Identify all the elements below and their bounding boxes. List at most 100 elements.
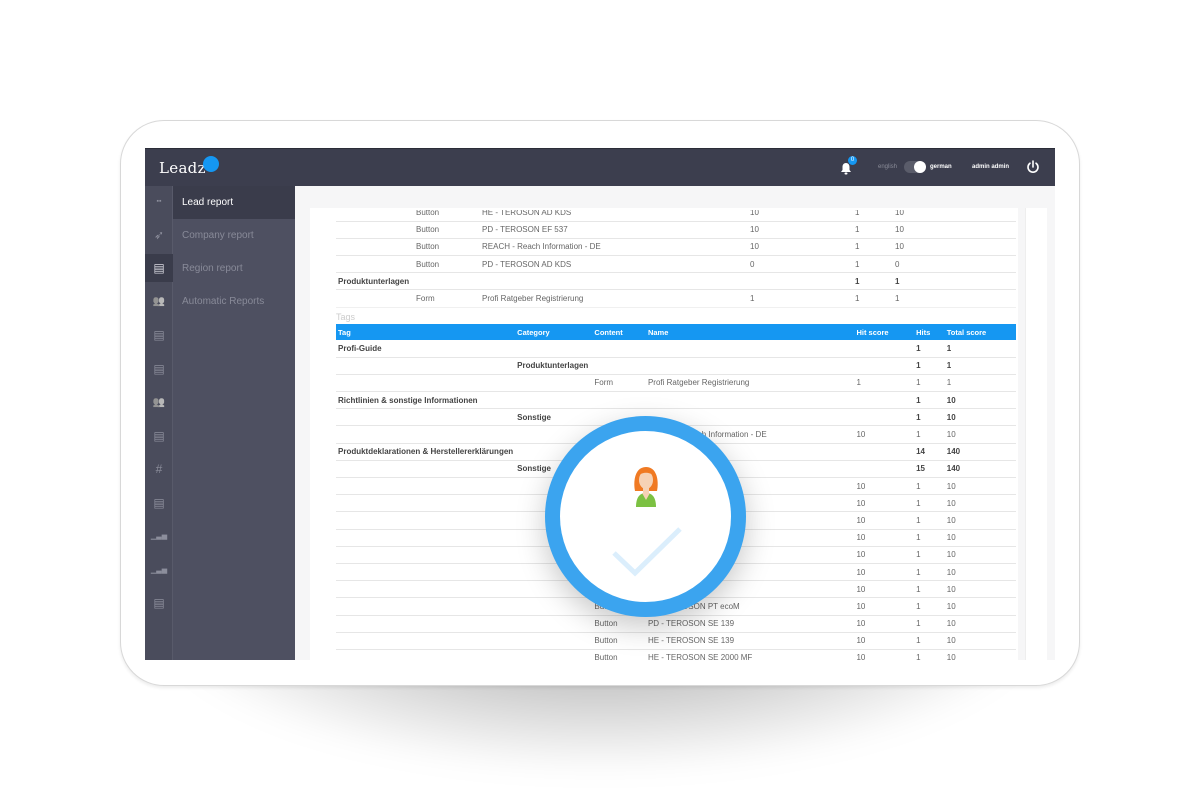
tags-header-row: Tag Category Content Name Hit score Hits… [336, 324, 1016, 340]
header-hit-score[interactable]: Hit score [854, 324, 914, 340]
scroll-gutter[interactable] [1025, 208, 1047, 660]
header-name[interactable]: Name [646, 324, 854, 340]
cell-category: Sonstige [517, 412, 551, 422]
cell-hit-score [854, 357, 914, 374]
cell-name: REACH - Reach Information - DE [482, 242, 601, 252]
cell-hit-score: 10 [856, 498, 866, 508]
cell-hit-score: 10 [856, 584, 866, 594]
cell-hit-score: 10 [856, 481, 866, 491]
cell-name [480, 273, 748, 290]
table-row: Button HE - TEROSON SE 139 10 1 10 [336, 632, 1016, 650]
table-row: Button PD - TEROSON AD KDS 0 1 0 [336, 256, 1016, 273]
grid-icon[interactable]: ▪▪ [145, 187, 173, 215]
tags-section-title: Tags [336, 312, 356, 322]
report-icon[interactable]: ▤ [145, 254, 173, 282]
cell-category [515, 374, 592, 391]
cell-hit-score: 10 [856, 567, 866, 577]
table-row: Richtlinien & sonstige Informationen 1 10 [336, 392, 1016, 409]
sidebar-item-region-report[interactable]: Region report [173, 252, 295, 285]
cell-total: 10 [946, 515, 956, 525]
cell-hits: 1 [916, 361, 921, 371]
cell-hit-score: 10 [750, 225, 759, 235]
cell-name: Profi Ratgeber Registrierung [647, 378, 750, 388]
cell-tag [336, 357, 515, 374]
cell-content: Form [416, 294, 435, 304]
cell-total: 10 [946, 498, 956, 508]
cell-hit-score [854, 409, 914, 426]
report-icon[interactable]: ▤ [145, 321, 173, 349]
cell-hits: 1 [916, 481, 921, 491]
table-row: Button PD - TEROSON SE 139 10 1 10 [336, 615, 1016, 633]
logo-dot-icon [203, 156, 219, 172]
cell-tag [336, 512, 515, 529]
cell-hits: 1 [916, 430, 921, 440]
cell-tag: Profi-Guide [338, 343, 382, 353]
people-icon[interactable]: 👥 [145, 288, 173, 316]
cell-hits: 1 [916, 498, 921, 508]
cell-tag: Produktdeklarationen & Herstellererkläru… [338, 447, 514, 457]
cell-tag [336, 529, 515, 546]
top-bar: Leadz 0 english german admin admin [145, 148, 1055, 186]
chart-icon[interactable]: ▁▃▅ [145, 556, 173, 584]
cell-group [336, 290, 414, 307]
cell-group [336, 238, 414, 255]
header-category[interactable]: Category [515, 324, 592, 340]
cell-content [592, 340, 646, 357]
cell-name [646, 357, 854, 374]
app-logo[interactable]: Leadz [159, 159, 206, 177]
cell-name [646, 340, 854, 357]
user-name[interactable]: admin admin [972, 164, 1009, 170]
hashtag-icon[interactable]: # [145, 455, 173, 483]
cell-tag [336, 478, 515, 495]
cell-hits: 14 [916, 447, 925, 457]
sidebar-item-automatic-reports[interactable]: Automatic Reports [173, 285, 295, 318]
language-toggle[interactable] [904, 161, 926, 173]
cell-tag [336, 426, 515, 443]
report-icon[interactable]: ▤ [145, 422, 173, 450]
cell-total: 1 [895, 276, 900, 286]
rocket-icon[interactable]: ➶ [145, 221, 173, 249]
table-row: Produktunterlagen 1 1 [336, 357, 1016, 375]
power-icon[interactable] [1026, 160, 1040, 174]
stage: Leadz 0 english german admin admin ▪▪ ➶ ▤ 👥… [0, 0, 1200, 795]
language-english-label[interactable]: english [878, 164, 897, 170]
header-total-score[interactable]: Total score [945, 324, 1016, 340]
cell-hit-score: 10 [856, 550, 866, 560]
cell-total: 10 [946, 619, 956, 629]
header-content[interactable]: Content [592, 324, 646, 340]
cell-hit-score: 10 [856, 636, 866, 646]
chart-icon[interactable]: ▁▃▅ [145, 522, 173, 550]
cell-content [414, 273, 480, 290]
cell-total: 10 [946, 636, 956, 646]
cell-group [336, 221, 414, 238]
cell-hit-score: 10 [856, 619, 866, 629]
report-icon[interactable]: ▤ [145, 355, 173, 383]
language-german-label[interactable]: german [930, 164, 952, 170]
cell-hits: 1 [855, 225, 860, 235]
cell-content: Button [416, 225, 440, 235]
sidebar-item-company-report[interactable]: Company report [173, 219, 295, 252]
cell-total: 10 [946, 412, 956, 422]
cell-content [592, 357, 646, 374]
header-tag[interactable]: Tag [336, 324, 515, 340]
cell-tag [336, 615, 515, 632]
success-overlay [545, 416, 746, 617]
table-row: Profi-Guide 1 1 [336, 340, 1016, 358]
report-icon[interactable]: ▤ [145, 589, 173, 617]
table-row: Produktunterlagen 1 1 [336, 273, 1016, 290]
cell-total: 0 [895, 259, 900, 269]
report-icon[interactable]: ▤ [145, 489, 173, 517]
cell-hit-score: 10 [856, 430, 866, 440]
cell-hit-score [854, 392, 914, 409]
cell-tag [336, 546, 515, 563]
cell-hits: 1 [855, 276, 860, 286]
sidebar-item-lead-report[interactable]: Lead report [173, 186, 295, 219]
checkmark-icon [612, 527, 682, 577]
header-hits[interactable]: Hits [914, 324, 945, 340]
cell-hit-score: 10 [856, 601, 866, 611]
cell-hits: 1 [916, 395, 921, 405]
cell-total: 10 [946, 430, 956, 440]
cell-category [515, 392, 592, 409]
cell-name: PD - TEROSON SE 139 [647, 619, 735, 629]
people-icon[interactable]: 👥 [145, 388, 173, 416]
